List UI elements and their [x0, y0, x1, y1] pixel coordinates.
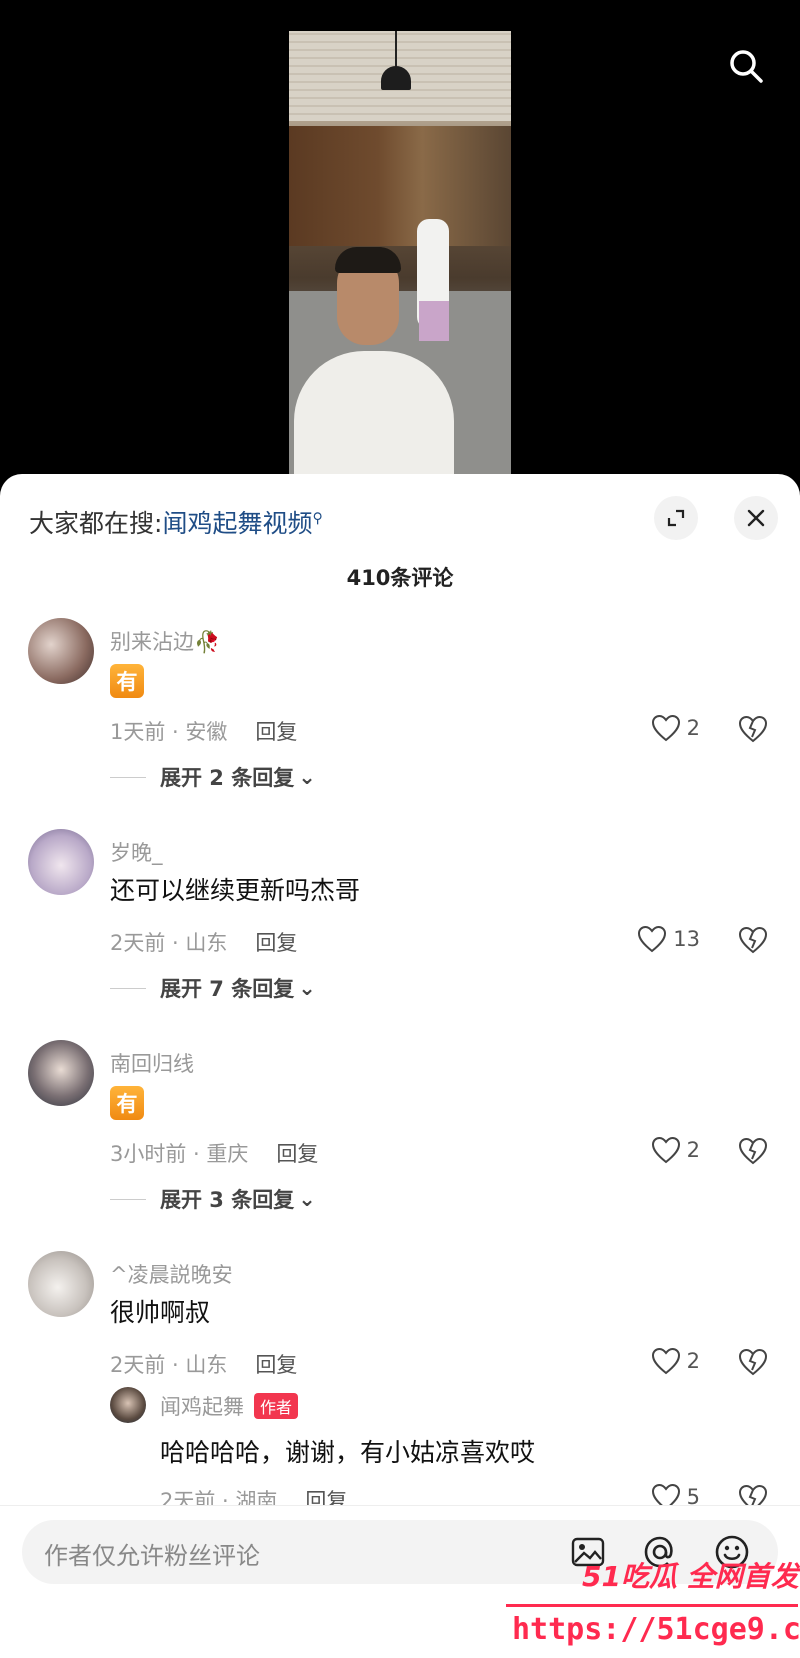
- sub-reply-username[interactable]: 闻鸡起舞: [160, 1391, 244, 1421]
- watermark-title: 51吃瓜 全网首发: [582, 1560, 799, 1593]
- dislike-icon[interactable]: [738, 1347, 768, 1377]
- hot-search-bar[interactable]: 大家都在搜:闻鸡起舞视频⚲: [29, 504, 323, 540]
- comment-username[interactable]: 别来沾边🥀: [110, 626, 220, 656]
- expand-replies[interactable]: 展开 7 条回复 ⌄: [110, 973, 316, 1003]
- comment-meta: 3小时前 · 重庆 回复: [110, 1138, 318, 1168]
- divider: [110, 987, 146, 989]
- close-icon: [747, 509, 765, 527]
- video-frame[interactable]: [289, 31, 511, 480]
- comment-count-title: 410条评论: [346, 566, 454, 590]
- like-count: 2: [686, 716, 700, 740]
- comment-time-location: 3小时前 · 重庆: [110, 1142, 249, 1166]
- sub-reply-text: 哈哈哈哈，谢谢，有小姑凉喜欢哎: [160, 1438, 536, 1467]
- dislike-icon[interactable]: [738, 925, 768, 955]
- author-badge: 作者: [254, 1393, 299, 1419]
- comment-text: 很帅啊叔: [110, 1298, 211, 1327]
- like-button[interactable]: 13: [637, 925, 700, 953]
- video-player[interactable]: [0, 0, 800, 480]
- close-button[interactable]: [734, 496, 778, 540]
- expand-icon: [667, 509, 685, 527]
- expand-replies-label: 展开 2 条回复: [160, 766, 295, 790]
- comment-meta: 2天前 · 山东 回复: [110, 1349, 297, 1379]
- reply-button[interactable]: 回复: [276, 1142, 318, 1166]
- watermark-divider: [506, 1604, 798, 1607]
- hot-search-keyword[interactable]: 闻鸡起舞视频: [162, 509, 312, 538]
- divider: [110, 776, 146, 778]
- comment-username[interactable]: 南回归线: [110, 1048, 194, 1078]
- like-count: 2: [686, 1349, 700, 1373]
- video-wall: [289, 126, 511, 246]
- chevron-down-icon: ⌄: [298, 1187, 316, 1211]
- expand-replies-label: 展开 7 条回复: [160, 977, 295, 1001]
- comment-time-location: 2天前 · 山东: [110, 1353, 228, 1377]
- reply-button[interactable]: 回复: [255, 1353, 297, 1377]
- expand-button[interactable]: [654, 496, 698, 540]
- video-person-shirt: [294, 351, 454, 480]
- like-button[interactable]: 2: [651, 1347, 700, 1375]
- comment-input-placeholder: 作者仅允许粉丝评论: [44, 1542, 260, 1570]
- reply-button[interactable]: 回复: [255, 931, 297, 955]
- comment-username[interactable]: 岁晚_: [110, 837, 163, 867]
- video-person-hair: [335, 247, 401, 273]
- reply-button[interactable]: 回复: [255, 720, 297, 744]
- avatar[interactable]: [28, 618, 94, 684]
- video-lamp: [381, 66, 411, 90]
- hot-search-prefix: 大家都在搜:: [29, 509, 163, 538]
- expand-replies[interactable]: 展开 3 条回复 ⌄: [110, 1184, 316, 1214]
- sticker-you: 有: [110, 664, 144, 698]
- comment-text: 还可以继续更新吗杰哥: [110, 876, 361, 905]
- heart-icon: [638, 925, 667, 953]
- heart-icon: [651, 714, 680, 742]
- like-count: 13: [673, 927, 700, 951]
- comment-meta: 2天前 · 山东 回复: [110, 927, 297, 957]
- heart-icon: [651, 1136, 680, 1164]
- dislike-icon[interactable]: [738, 1136, 768, 1166]
- comment-username[interactable]: ^凌晨説晚安: [110, 1259, 233, 1289]
- video-child-legs: [419, 301, 449, 341]
- heart-icon: [651, 1347, 680, 1375]
- divider: [110, 1198, 146, 1200]
- dislike-icon[interactable]: [738, 714, 768, 744]
- comment-time-location: 2天前 · 山东: [110, 931, 228, 955]
- sticker-you: 有: [110, 1086, 144, 1120]
- sub-reply-header: 闻鸡起舞 作者: [160, 1391, 299, 1421]
- watermark-url: https://51cge9.com: [512, 1612, 800, 1647]
- hot-search-magnifier-icon: ⚲: [312, 510, 323, 527]
- avatar[interactable]: [28, 829, 94, 895]
- comment-meta: 1天前 · 安徽 回复: [110, 716, 297, 746]
- author-avatar[interactable]: [110, 1387, 146, 1423]
- expand-replies[interactable]: 展开 2 条回复 ⌄: [110, 762, 316, 792]
- chevron-down-icon: ⌄: [298, 765, 316, 789]
- like-count: 2: [686, 1138, 700, 1162]
- comment-time-location: 1天前 · 安徽: [110, 720, 228, 744]
- expand-replies-label: 展开 3 条回复: [160, 1188, 295, 1212]
- avatar[interactable]: [28, 1040, 94, 1106]
- search-icon[interactable]: [728, 48, 764, 84]
- video-lamp-cord: [395, 31, 397, 67]
- like-button[interactable]: 2: [651, 1136, 700, 1164]
- chevron-down-icon: ⌄: [298, 976, 316, 1000]
- avatar[interactable]: [28, 1251, 94, 1317]
- comment-sheet: 大家都在搜:闻鸡起舞视频⚲ 410条评论 别来沾边🥀 有 1天前 · 安徽 回复 …: [0, 474, 800, 1657]
- like-button[interactable]: 2: [651, 714, 700, 742]
